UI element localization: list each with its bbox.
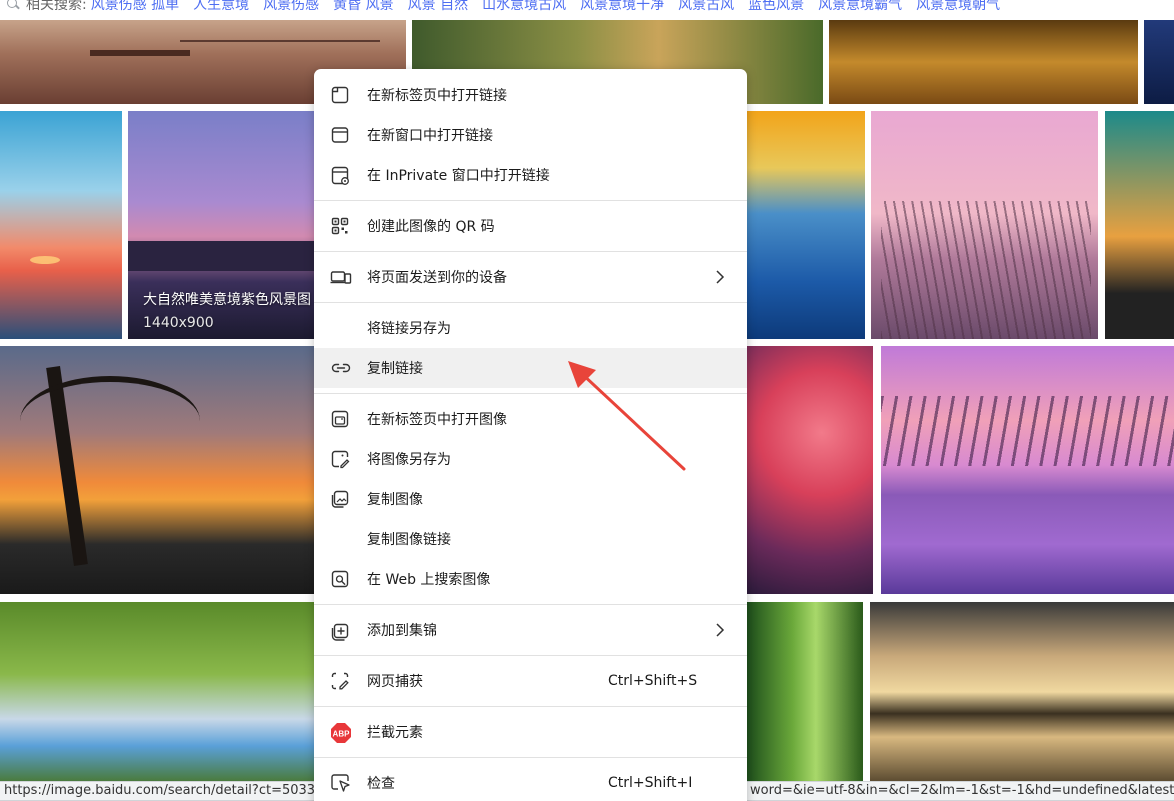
related-search-bar: 相关搜索: 风景伤感 孤单 人生意境 风景伤感 黄昏 风景 风景 自然 山水意境古风 风景意境… xyxy=(0,0,1174,16)
menu-separator xyxy=(314,251,747,252)
menu-item-label: 网页捕获 xyxy=(367,674,423,690)
link-icon xyxy=(330,358,352,378)
menu-item[interactable]: 创建此图像的 QR 码 xyxy=(314,206,747,246)
image-tile[interactable] xyxy=(1144,20,1174,104)
menu-item[interactable]: 在 Web 上搜索图像 xyxy=(314,559,747,599)
menu-item[interactable]: 在新标签页中打开链接 xyxy=(314,75,747,115)
menu-separator xyxy=(314,655,747,656)
menu-item-label: 在新窗口中打开链接 xyxy=(367,128,493,144)
menu-item-label: 复制图像 xyxy=(367,492,423,508)
image-tile[interactable] xyxy=(870,602,1174,782)
abp-icon: ABP xyxy=(330,722,352,743)
menu-item[interactable]: 网页捕获 Ctrl+Shift+S xyxy=(314,661,747,701)
menu-item[interactable]: 添加到集锦 xyxy=(314,610,747,650)
image-tile[interactable] xyxy=(745,111,865,339)
inprivate-icon xyxy=(330,165,352,185)
svg-text:ABP: ABP xyxy=(333,730,351,739)
inspect-icon xyxy=(330,773,352,793)
related-keyword[interactable]: 风景 自然 xyxy=(408,0,468,13)
menu-item[interactable]: 将图像另存为 xyxy=(314,439,747,479)
open-image-icon xyxy=(330,409,352,429)
image-caption: 大自然唯美意境紫色风景图 xyxy=(143,292,311,308)
related-keyword[interactable]: 蓝色风景 xyxy=(748,0,804,13)
related-keyword[interactable]: 风景伤感 xyxy=(263,0,319,13)
menu-item-label: 在 InPrivate 窗口中打开链接 xyxy=(367,168,550,184)
menu-item[interactable]: 复制链接 xyxy=(314,348,747,388)
image-tile[interactable] xyxy=(1105,111,1174,339)
related-keyword[interactable]: 风景意境干净 xyxy=(580,0,664,13)
menu-item-label: 创建此图像的 QR 码 xyxy=(367,219,495,235)
related-keyword[interactable]: 风景意境霸气 xyxy=(818,0,902,13)
image-tile[interactable] xyxy=(0,602,318,782)
menu-item-label: 检查 xyxy=(367,776,395,792)
image-tile[interactable] xyxy=(0,346,318,594)
context-menu: 在新标签页中打开链接 在新窗口中打开链接在 InPrivate 窗口中打开链接 创建… xyxy=(314,69,747,801)
status-url-right: word=&ie=utf-8&in=&cl=2&lm=-1&st=-1&hd=u… xyxy=(745,781,1174,801)
menu-item-label: 将链接另存为 xyxy=(367,321,451,337)
image-tile-featured[interactable]: 大自然唯美意境紫色风景图 1440x900 xyxy=(128,111,318,339)
related-search-label: 相关搜索: xyxy=(26,0,87,13)
menu-item[interactable]: 复制图像链接 xyxy=(314,519,747,559)
copy-image-icon xyxy=(330,489,352,509)
menu-item[interactable]: 将页面发送到你的设备 xyxy=(314,257,747,297)
menu-item[interactable]: 将链接另存为 xyxy=(314,308,747,348)
image-tile[interactable] xyxy=(871,111,1098,339)
related-keyword[interactable]: 黄昏 风景 xyxy=(333,0,393,13)
chevron-right-icon xyxy=(714,270,726,284)
menu-item-label: 在新标签页中打开图像 xyxy=(367,412,507,428)
menu-item-label: 将页面发送到你的设备 xyxy=(367,270,507,286)
status-url-left: https://image.baidu.com/search/detail?ct… xyxy=(0,781,318,801)
image-tile[interactable] xyxy=(745,346,873,594)
related-keyword[interactable]: 风景古风 xyxy=(678,0,734,13)
image-tile[interactable] xyxy=(881,346,1174,594)
menu-item[interactable]: 在 InPrivate 窗口中打开链接 xyxy=(314,155,747,195)
menu-item-label: 复制图像链接 xyxy=(367,532,451,548)
menu-item-label: 在新标签页中打开链接 xyxy=(367,88,507,104)
menu-item-label: 在 Web 上搜索图像 xyxy=(367,572,491,588)
visual-search-icon xyxy=(330,569,352,589)
new-tab-icon xyxy=(330,85,352,105)
menu-item-shortcut: Ctrl+Shift+I xyxy=(608,775,693,791)
menu-item[interactable]: 在新标签页中打开图像 xyxy=(314,399,747,439)
menu-item-label: 复制链接 xyxy=(367,361,423,377)
menu-item[interactable]: 复制图像 xyxy=(314,479,747,519)
menu-item-shortcut: Ctrl+Shift+S xyxy=(608,673,698,689)
related-keywords: 风景伤感 孤单 人生意境 风景伤感 黄昏 风景 风景 自然 山水意境古风 风景意境干净 风景古… xyxy=(91,0,1014,13)
related-keyword[interactable]: 人生意境 xyxy=(193,0,249,13)
image-tile[interactable] xyxy=(0,111,122,339)
menu-item-label: 拦截元素 xyxy=(367,725,423,741)
menu-item-label: 将图像另存为 xyxy=(367,452,451,468)
qr-code-icon xyxy=(330,216,352,236)
send-to-device-icon xyxy=(330,267,352,287)
save-image-icon xyxy=(330,449,352,469)
menu-item[interactable]: 检查 Ctrl+Shift+I xyxy=(314,763,747,801)
web-capture-icon xyxy=(330,671,352,691)
image-tile[interactable] xyxy=(829,20,1138,104)
search-icon xyxy=(6,0,20,12)
menu-separator xyxy=(314,604,747,605)
related-keyword[interactable]: 风景意境朝气 xyxy=(916,0,1000,13)
related-keyword[interactable]: 风景伤感 孤单 xyxy=(91,0,179,13)
chevron-right-icon xyxy=(714,623,726,637)
collections-icon xyxy=(330,620,352,641)
menu-item[interactable]: 在新窗口中打开链接 xyxy=(314,115,747,155)
menu-separator xyxy=(314,757,747,758)
image-tile[interactable] xyxy=(745,602,863,782)
menu-separator xyxy=(314,706,747,707)
menu-item[interactable]: ABP 拦截元素 xyxy=(314,712,747,752)
related-keyword[interactable]: 山水意境古风 xyxy=(482,0,566,13)
menu-item-label: 添加到集锦 xyxy=(367,623,437,639)
image-size: 1440x900 xyxy=(143,315,214,331)
menu-separator xyxy=(314,393,747,394)
menu-separator xyxy=(314,200,747,201)
new-window-icon xyxy=(330,125,352,145)
menu-separator xyxy=(314,302,747,303)
